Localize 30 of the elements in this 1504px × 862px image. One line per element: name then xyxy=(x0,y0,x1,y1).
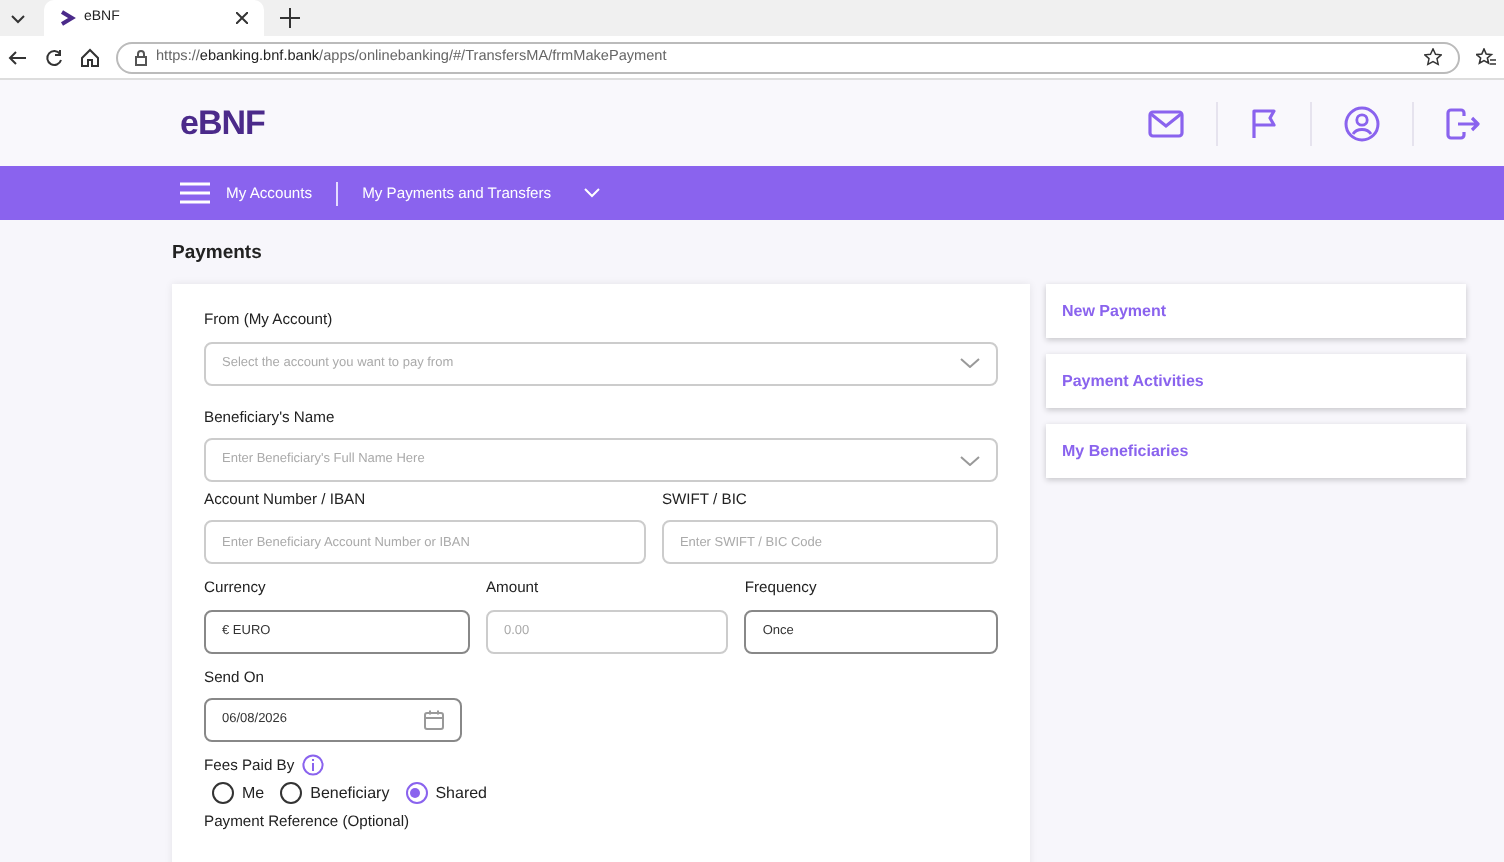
caret-icon[interactable] xyxy=(583,188,600,198)
radio-button[interactable] xyxy=(405,782,428,805)
logo: eBNF xyxy=(180,101,267,146)
user-icon[interactable] xyxy=(1344,105,1380,141)
close-icon[interactable] xyxy=(236,12,248,24)
new-tab-icon[interactable] xyxy=(280,8,300,28)
radio-button[interactable] xyxy=(280,782,303,805)
option-label: Shared xyxy=(435,781,487,806)
lock-icon xyxy=(134,49,148,65)
side-link[interactable]: Payment Activities xyxy=(1046,354,1466,409)
option-label: Me xyxy=(242,781,265,806)
site-icon xyxy=(60,10,76,26)
side-link[interactable]: New Payment xyxy=(1046,284,1466,339)
calendar-icon xyxy=(424,710,444,731)
flag-icon[interactable] xyxy=(1250,107,1278,139)
radio-button[interactable] xyxy=(212,782,234,805)
back-icon[interactable] xyxy=(8,47,28,67)
star-icon[interactable] xyxy=(1424,48,1442,66)
menu-icon[interactable] xyxy=(180,182,210,204)
favorites-icon[interactable] xyxy=(1476,47,1496,67)
reload-icon[interactable] xyxy=(44,47,64,67)
side-link[interactable]: My Beneficiaries xyxy=(1046,424,1466,479)
mail-icon[interactable] xyxy=(1148,109,1184,137)
chevron-down-icon xyxy=(960,358,980,369)
option-label: Beneficiary xyxy=(310,781,390,806)
page-title: Payments xyxy=(172,240,264,268)
home-icon[interactable] xyxy=(80,47,100,67)
info-icon[interactable] xyxy=(302,754,325,777)
logout-icon[interactable] xyxy=(1446,107,1480,139)
chevron-down-icon xyxy=(960,455,980,466)
